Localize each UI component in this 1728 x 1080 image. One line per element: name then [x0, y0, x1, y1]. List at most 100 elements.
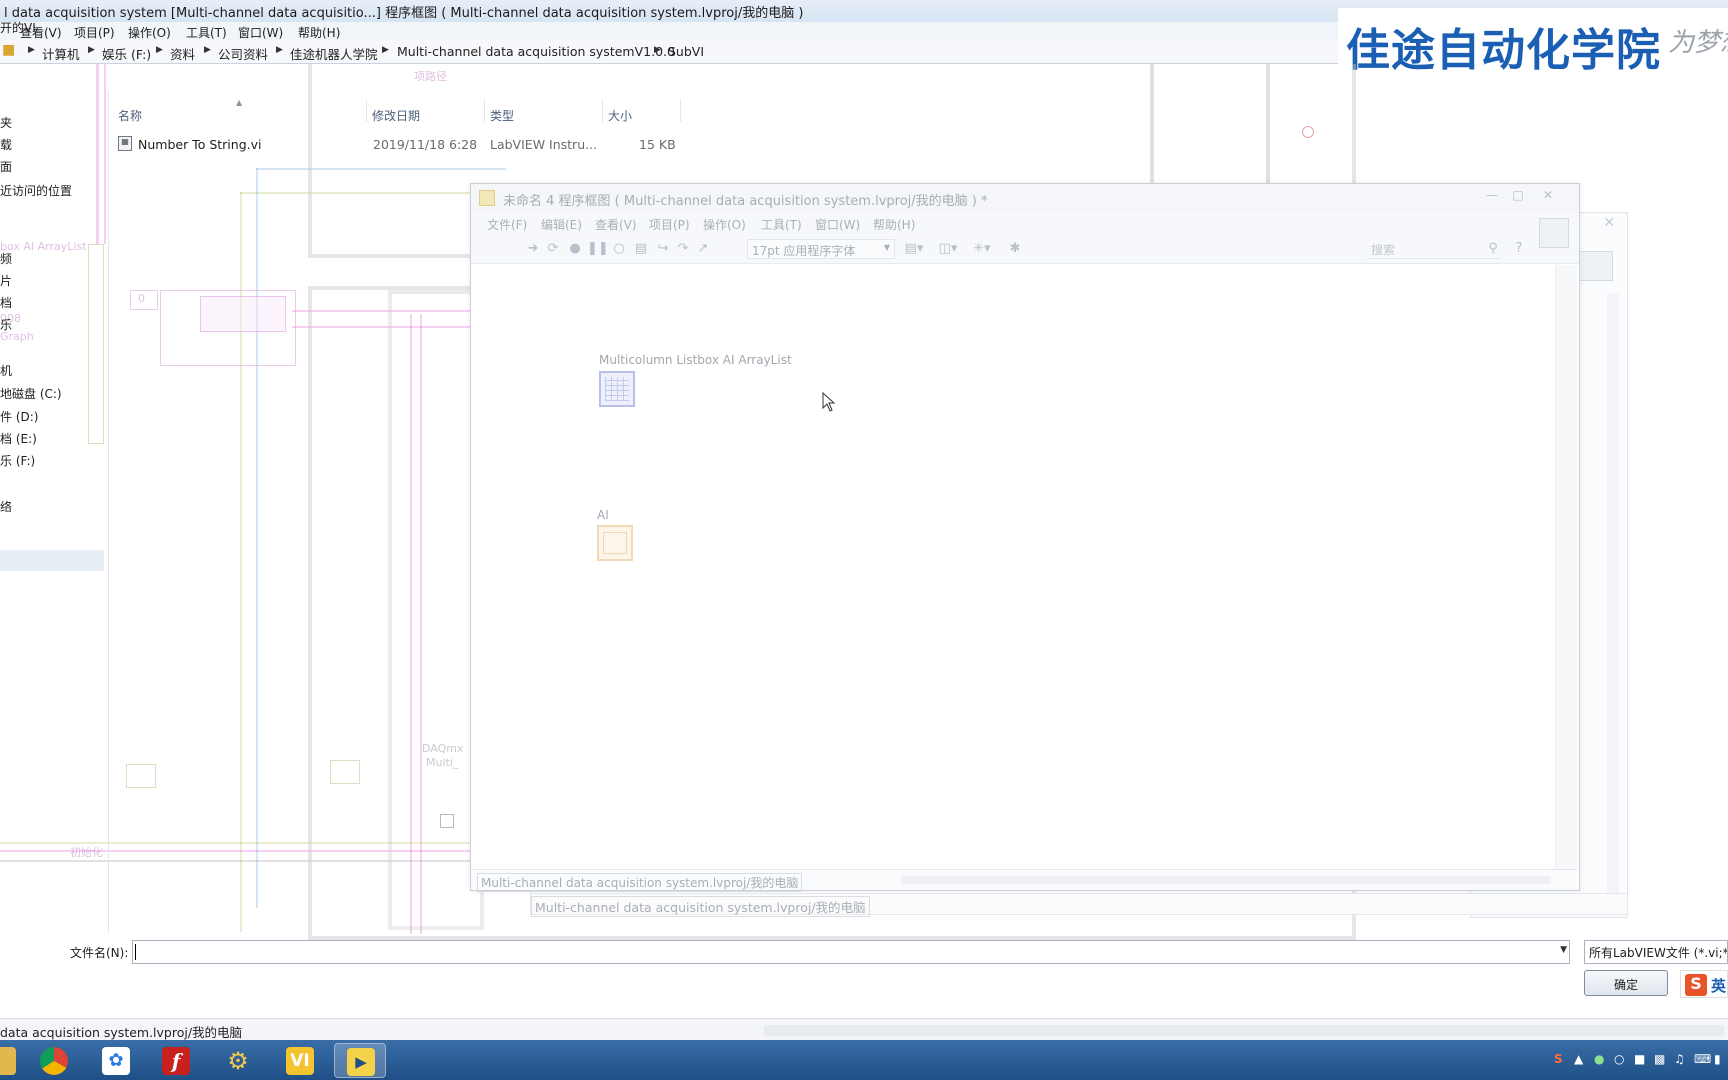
filename-input[interactable]: ▼ — [132, 940, 1570, 964]
nav-item-documents[interactable]: 档 — [0, 294, 12, 311]
retain-wire-values-icon[interactable]: ▤ — [633, 241, 649, 257]
cleanup-diagram-icon[interactable]: ✱ — [1007, 241, 1023, 257]
nav-item-folder[interactable]: 夹 — [0, 114, 12, 131]
taskbar-labview[interactable]: ▶ — [334, 1043, 386, 1078]
file-row[interactable]: ▦ Number To String.vi 2019/11/18 6:28 La… — [116, 135, 696, 155]
menu-project[interactable]: 项目(P) — [74, 24, 115, 41]
ok-button[interactable]: 确定 — [1584, 970, 1668, 996]
taskbar-tool[interactable]: ⚙ — [212, 1043, 264, 1078]
menu-view[interactable]: 查看(V) — [595, 216, 637, 233]
step-out-icon[interactable]: ↗ — [695, 241, 711, 257]
menu-edit[interactable]: 编辑(E) — [541, 216, 582, 233]
front-window-title-bar[interactable]: 未命名 4 程序框图 ( Multi-channel data acquisit… — [471, 184, 1579, 212]
run-icon[interactable]: ➜ — [525, 241, 541, 257]
address-bar[interactable]: ■ ▶ 计算机 ▶ 娱乐 (F:) ▶ 资料 ▶ 公司资料 ▶ 佳途机器人学院 … — [0, 40, 1340, 64]
taskbar-flash[interactable]: f — [150, 1043, 202, 1078]
second-context-label[interactable]: Multi-channel data acquisition system.lv… — [531, 896, 870, 917]
wechat-tray-icon[interactable]: ● — [1594, 1052, 1604, 1066]
menu-help[interactable]: 帮助(H) — [873, 216, 915, 233]
ime-indicator[interactable]: S 英 — [1680, 970, 1728, 998]
column-header-name[interactable]: 名称 — [118, 107, 142, 124]
taskbar-baidu-netdisk[interactable]: ✿ — [90, 1043, 142, 1078]
breadcrumb-company[interactable]: 公司资料 — [218, 44, 268, 63]
vi-icon-panel[interactable] — [1539, 218, 1569, 248]
network-tray-icon[interactable]: ▩ — [1654, 1052, 1665, 1066]
chevron-right-icon[interactable]: ▶ — [204, 45, 211, 55]
chevron-down-icon[interactable]: ▼ — [1560, 945, 1567, 955]
breadcrumb-subvi[interactable]: SubVI — [668, 44, 704, 59]
column-header-size[interactable]: 大小 — [608, 107, 632, 124]
chevron-right-icon[interactable]: ▶ — [156, 45, 163, 55]
font-select[interactable]: 17pt 应用程序字体 ▼ — [747, 239, 895, 259]
taskbar-explorer[interactable] — [0, 1043, 28, 1078]
nav-item-recent-places[interactable]: 近访问的位置 — [0, 182, 72, 199]
nav-item-network[interactable]: 络 — [0, 498, 12, 515]
nav-item-drive-f[interactable]: 乐 (F:) — [0, 452, 35, 469]
menu-project[interactable]: 项目(P) — [649, 216, 690, 233]
menu-window[interactable]: 窗口(W) — [238, 24, 283, 41]
signal-icon[interactable]: ▮ — [1714, 1052, 1721, 1066]
close-icon[interactable]: ✕ — [1537, 188, 1559, 204]
reorder-icon[interactable]: ✳▾ — [971, 241, 993, 257]
step-over-icon[interactable]: ↷ — [675, 241, 691, 257]
menu-operate[interactable]: 操作(O) — [128, 24, 171, 41]
run-continuously-icon[interactable]: ⟳ — [545, 241, 561, 257]
minimize-icon[interactable]: — — [1481, 188, 1503, 204]
taskbar-vi[interactable]: VI — [274, 1043, 326, 1078]
highlight-execution-icon[interactable]: ○ — [611, 241, 627, 257]
nav-item-drive-c[interactable]: 地磁盘 (C:) — [0, 385, 62, 402]
nav-item-music[interactable]: 乐 — [0, 316, 12, 333]
nav-item-videos[interactable]: 频 — [0, 250, 12, 267]
usb-tray-icon[interactable]: ■ — [1634, 1052, 1645, 1066]
listbox-terminal-icon[interactable] — [599, 371, 635, 407]
align-objects-icon[interactable]: ▤▾ — [903, 241, 925, 257]
sogou-tray-icon[interactable]: S — [1554, 1052, 1563, 1066]
nav-item-desktop[interactable]: 面 — [0, 158, 12, 175]
bottom-context-label[interactable]: data acquisition system.lvproj/我的电脑 — [0, 1022, 242, 1041]
help-icon[interactable]: ? — [1511, 241, 1527, 257]
maximize-icon[interactable]: □ — [1507, 188, 1529, 204]
front-context-label[interactable]: Multi-channel data acquisition system.lv… — [477, 873, 803, 892]
search-icon[interactable]: ⚲ — [1485, 241, 1501, 257]
nav-item-downloads[interactable]: 载 — [0, 136, 12, 153]
step-into-icon[interactable]: ↪ — [655, 241, 671, 257]
horizontal-scrollbar[interactable] — [764, 1025, 1724, 1036]
search-input[interactable]: 搜索 — [1367, 239, 1499, 259]
ai-terminal-icon[interactable] — [597, 525, 633, 561]
chevron-right-icon[interactable]: ▶ — [276, 45, 283, 55]
breadcrumb-project[interactable]: Multi-channel data acquisition systemV1.… — [397, 44, 675, 59]
abort-icon[interactable]: ● — [567, 241, 583, 257]
breadcrumb-drive-f[interactable]: 娱乐 (F:) — [102, 44, 151, 63]
menu-file[interactable]: 文件(F) — [487, 216, 527, 233]
close-icon[interactable]: ✕ — [1603, 215, 1615, 231]
menu-help[interactable]: 帮助(H) — [298, 24, 340, 41]
menu-view[interactable]: 查看(V) — [20, 24, 62, 41]
chevron-right-icon[interactable]: ▶ — [28, 45, 35, 55]
chevron-right-icon[interactable]: ▶ — [88, 45, 95, 55]
show-hidden-icons-icon[interactable]: ▲ — [1574, 1052, 1583, 1066]
breadcrumb-academy[interactable]: 佳途机器人学院 — [290, 44, 378, 63]
keyboard-tray-icon[interactable]: ⌨ — [1694, 1052, 1711, 1066]
nav-item-pictures[interactable]: 片 — [0, 272, 12, 289]
block-diagram-canvas[interactable]: Multicolumn Listbox AI ArrayList AI — [471, 265, 1555, 869]
menu-operate[interactable]: 操作(O) — [703, 216, 746, 233]
menu-tools[interactable]: 工具(T) — [761, 216, 802, 233]
qq-tray-icon[interactable]: ○ — [1614, 1052, 1624, 1066]
volume-icon[interactable]: ♫ — [1674, 1052, 1685, 1066]
nav-item-drive-e[interactable]: 档 (E:) — [0, 430, 37, 447]
nav-pane-divider[interactable] — [108, 92, 109, 932]
breadcrumb-materials[interactable]: 资料 — [170, 44, 195, 63]
breadcrumb-computer[interactable]: 计算机 — [42, 44, 80, 63]
pause-icon[interactable]: ❚❚ — [587, 241, 609, 257]
vertical-scrollbar[interactable] — [1555, 265, 1577, 869]
taskbar-chrome[interactable] — [28, 1043, 80, 1078]
column-header-type[interactable]: 类型 — [490, 107, 514, 124]
vertical-scrollbar[interactable] — [1607, 293, 1619, 893]
chevron-right-icon[interactable]: ▶ — [654, 45, 661, 55]
menu-tools[interactable]: 工具(T) — [186, 24, 227, 41]
distribute-objects-icon[interactable]: ◫▾ — [937, 241, 959, 257]
filetype-select[interactable]: 所有LabVIEW文件 (*.vi;*.ctl — [1584, 940, 1728, 964]
chevron-right-icon[interactable]: ▶ — [382, 45, 389, 55]
nav-item-computer[interactable]: 机 — [0, 362, 12, 379]
column-header-modified[interactable]: 修改日期 — [372, 107, 420, 124]
